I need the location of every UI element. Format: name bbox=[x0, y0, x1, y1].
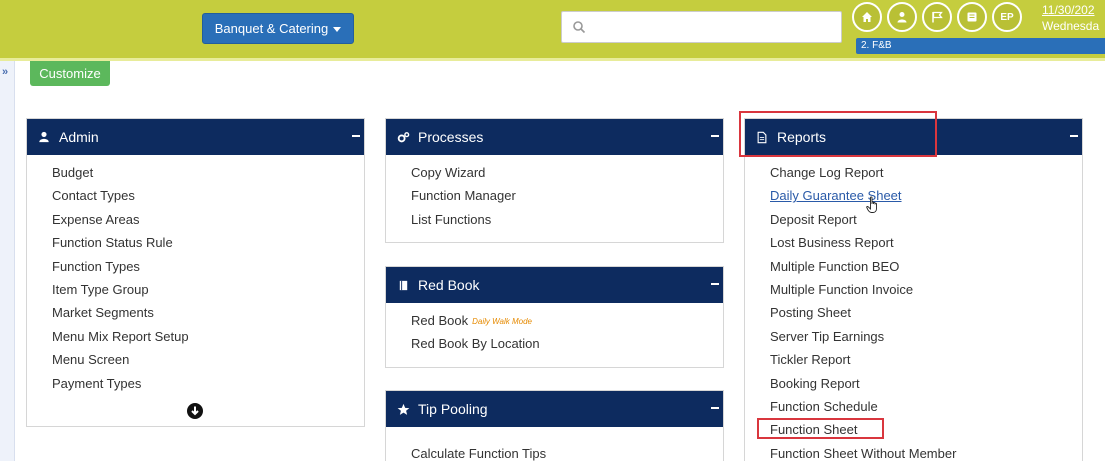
book-icon bbox=[396, 278, 410, 292]
processes-panel: Processes Copy Wizard Function Manager L… bbox=[385, 118, 724, 243]
tippooling-list: Calculate Function Tips bbox=[386, 427, 723, 461]
user-icon bbox=[37, 130, 51, 144]
admin-item-function-types[interactable]: Function Types bbox=[52, 255, 364, 278]
scroll-down-icon[interactable] bbox=[187, 403, 203, 419]
admin-item-contact-types[interactable]: Contact Types bbox=[52, 184, 364, 207]
search-icon bbox=[573, 21, 586, 34]
tippooling-item-calculate-function-tips[interactable]: Calculate Function Tips bbox=[411, 442, 723, 461]
reports-panel: Reports Change Log Report Daily Guarante… bbox=[744, 118, 1083, 461]
admin-item-function-status-rule[interactable]: Function Status Rule bbox=[52, 231, 364, 254]
daily-walk-mode-tag[interactable]: Daily Walk Mode bbox=[472, 317, 532, 326]
redbook-panel: Red Book Red Book Daily Walk Mode Red Boo… bbox=[385, 266, 724, 368]
customize-button[interactable]: Customize bbox=[30, 61, 110, 86]
redbook-item-red-book[interactable]: Red Book Daily Walk Mode bbox=[411, 309, 723, 332]
side-toggle-strip[interactable]: » bbox=[0, 61, 15, 461]
processes-item-function-manager[interactable]: Function Manager bbox=[411, 184, 723, 207]
collapse-icon[interactable] bbox=[711, 407, 719, 409]
reports-item-function-schedule[interactable]: Function Schedule bbox=[770, 395, 1082, 418]
processes-item-list-functions[interactable]: List Functions bbox=[411, 208, 723, 231]
redbook-panel-header: Red Book bbox=[386, 267, 723, 303]
collapse-icon[interactable] bbox=[711, 283, 719, 285]
reports-item-multiple-function-invoice[interactable]: Multiple Function Invoice bbox=[770, 278, 1082, 301]
processes-item-copy-wizard[interactable]: Copy Wizard bbox=[411, 161, 723, 184]
admin-item-menu-screen[interactable]: Menu Screen bbox=[52, 348, 364, 371]
search-input[interactable] bbox=[561, 11, 842, 43]
reports-item-daily-guarantee-sheet[interactable]: Daily Guarantee Sheet bbox=[770, 184, 1082, 207]
redbook-item-by-location[interactable]: Red Book By Location bbox=[411, 332, 723, 355]
admin-item-market-segments[interactable]: Market Segments bbox=[52, 301, 364, 324]
processes-list: Copy Wizard Function Manager List Functi… bbox=[386, 155, 723, 231]
gears-icon bbox=[396, 130, 410, 144]
admin-item-expense-areas[interactable]: Expense Areas bbox=[52, 208, 364, 231]
collapse-icon[interactable] bbox=[711, 135, 719, 137]
flag-icon[interactable] bbox=[922, 2, 952, 32]
users-icon[interactable] bbox=[887, 2, 917, 32]
module-dropdown-button[interactable]: Banquet & Catering bbox=[202, 13, 354, 44]
book-icon[interactable] bbox=[957, 2, 987, 32]
processes-panel-header: Processes bbox=[386, 119, 723, 155]
header-icon-group: EP bbox=[852, 2, 1022, 32]
redbook-panel-title: Red Book bbox=[418, 277, 480, 293]
user-profile-icon[interactable]: EP bbox=[992, 2, 1022, 32]
module-dropdown-label: Banquet & Catering bbox=[214, 21, 329, 36]
weekday-text: Wednesda bbox=[1042, 19, 1100, 33]
reports-item-booking-report[interactable]: Booking Report bbox=[770, 372, 1082, 395]
reports-item-deposit-report[interactable]: Deposit Report bbox=[770, 208, 1082, 231]
redbook-item-label[interactable]: Red Book bbox=[411, 313, 468, 328]
admin-item-payment-types[interactable]: Payment Types bbox=[52, 372, 364, 395]
redbook-list: Red Book Daily Walk Mode Red Book By Loca… bbox=[386, 303, 723, 356]
reports-item-server-tip-earnings[interactable]: Server Tip Earnings bbox=[770, 325, 1082, 348]
admin-panel-title: Admin bbox=[59, 129, 99, 145]
tippooling-panel: Tip Pooling Calculate Function Tips bbox=[385, 390, 724, 461]
admin-item-item-type-group[interactable]: Item Type Group bbox=[52, 278, 364, 301]
star-icon bbox=[396, 402, 410, 416]
reports-list: Change Log Report Daily Guarantee Sheet … bbox=[745, 155, 1082, 461]
home-icon[interactable] bbox=[852, 2, 882, 32]
hand-cursor-icon bbox=[866, 196, 877, 213]
reports-item-posting-sheet[interactable]: Posting Sheet bbox=[770, 301, 1082, 324]
reports-item-function-sheet-without-member[interactable]: Function Sheet Without Member bbox=[770, 442, 1082, 461]
expand-chevron-icon[interactable]: » bbox=[2, 66, 8, 78]
reports-item-tickler-report[interactable]: Tickler Report bbox=[770, 348, 1082, 371]
top-bar-divider bbox=[0, 58, 1105, 61]
admin-panel-header: Admin bbox=[27, 119, 364, 155]
date-text[interactable]: 11/30/202 bbox=[1042, 3, 1095, 17]
reports-item-change-log-report[interactable]: Change Log Report bbox=[770, 161, 1082, 184]
date-display[interactable]: 11/30/202 Wednesda bbox=[1042, 2, 1099, 34]
reports-item-lost-business-report[interactable]: Lost Business Report bbox=[770, 231, 1082, 254]
tippooling-panel-title: Tip Pooling bbox=[418, 401, 488, 417]
admin-item-budget[interactable]: Budget bbox=[52, 161, 364, 184]
admin-list: Budget Contact Types Expense Areas Funct… bbox=[27, 155, 364, 395]
collapse-icon[interactable] bbox=[352, 135, 360, 137]
reports-header-highlight bbox=[739, 111, 937, 157]
processes-panel-title: Processes bbox=[418, 129, 484, 145]
admin-panel: Admin Budget Contact Types Expense Areas… bbox=[26, 118, 365, 427]
function-sheet-highlight bbox=[757, 418, 884, 439]
reports-item-multiple-function-beo[interactable]: Multiple Function BEO bbox=[770, 255, 1082, 278]
user-initials: EP bbox=[1000, 11, 1014, 23]
department-bar[interactable]: 2. F&B bbox=[856, 38, 1105, 54]
tippooling-panel-header: Tip Pooling bbox=[386, 391, 723, 427]
caret-down-icon bbox=[333, 26, 342, 32]
admin-item-menu-mix-report-setup[interactable]: Menu Mix Report Setup bbox=[52, 325, 364, 348]
collapse-icon[interactable] bbox=[1070, 135, 1078, 137]
